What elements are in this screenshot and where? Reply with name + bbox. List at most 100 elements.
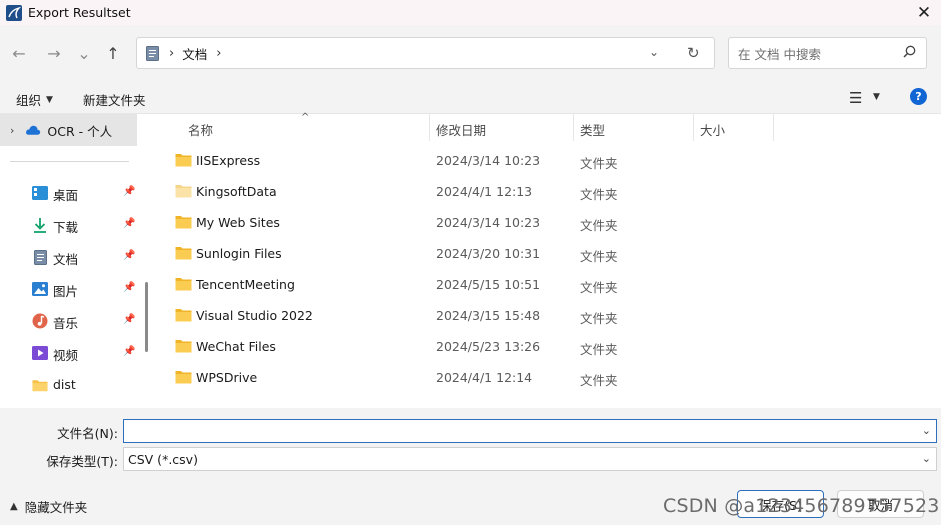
sidebar-scrollbar[interactable] [145, 282, 148, 352]
documents-icon [32, 249, 48, 265]
sidebar-item-downloads[interactable]: 下载 📌 [0, 210, 140, 240]
file-date: 2024/5/23 13:26 [436, 339, 541, 354]
file-type: 文件夹 [580, 373, 618, 388]
sidebar-item-dist[interactable]: dist [0, 370, 140, 400]
table-row[interactable]: TencentMeeting 2024/5/15 10:51 文件夹 [154, 269, 941, 300]
pictures-icon [32, 281, 48, 297]
file-date: 2024/3/15 15:48 [436, 308, 541, 323]
file-name: WPSDrive [196, 370, 258, 385]
filetype-label: 保存类型(T): [46, 454, 118, 469]
search-icon[interactable] [903, 45, 916, 62]
table-row[interactable]: Visual Studio 2022 2024/3/15 15:48 文件夹 [154, 300, 941, 331]
chevron-down-icon[interactable]: ⌄ [922, 424, 931, 437]
sidebar-item-desktop[interactable]: 桌面 📌 [0, 178, 140, 208]
file-type: 文件夹 [580, 218, 618, 233]
back-button[interactable]: ← [8, 42, 30, 64]
documents-icon [146, 45, 160, 61]
caret-down-icon: ▼ [46, 94, 53, 105]
folder-icon [175, 247, 192, 260]
organize-menu[interactable]: 组织 ▼ [16, 90, 53, 109]
pin-icon[interactable]: 📌 [123, 346, 135, 357]
sidebar-item-pictures[interactable]: 图片 📌 [0, 274, 140, 304]
table-row[interactable]: KingsoftData 2024/4/1 12:13 文件夹 [154, 176, 941, 207]
file-name: IISExpress [196, 153, 261, 168]
column-header-type[interactable]: 类型 [580, 120, 605, 139]
sidebar-item-label: 图片 [53, 284, 79, 299]
file-list: ^ 名称 修改日期 类型 大小 IISExpress 2024/3/14 10:… [154, 112, 941, 408]
file-type: 文件夹 [580, 280, 618, 295]
column-header-name[interactable]: 名称 [188, 120, 213, 139]
search-input[interactable]: 在 文档 中搜索 [728, 37, 927, 69]
file-name: WeChat Files [196, 339, 276, 354]
organize-label: 组织 [16, 93, 42, 108]
hide-folders-toggle[interactable]: ▲ 隐藏文件夹 [10, 497, 87, 516]
filetype-select[interactable]: CSV (*.csv) ⌄ [123, 447, 937, 471]
table-row[interactable]: WPSDrive 2024/4/1 12:14 文件夹 [154, 362, 941, 393]
column-header-size[interactable]: 大小 [700, 120, 725, 139]
file-name: Visual Studio 2022 [196, 308, 313, 323]
refresh-icon[interactable]: ↻ [687, 44, 700, 62]
address-bar[interactable]: › 文档 › ⌄ ↻ [136, 37, 715, 69]
table-row[interactable]: WeChat Files 2024/5/23 13:26 文件夹 [154, 331, 941, 362]
sidebar-item-documents[interactable]: 文档 📌 [0, 242, 140, 272]
pin-icon[interactable]: 📌 [123, 250, 135, 261]
table-row[interactable]: Sunlogin Files 2024/3/20 10:31 文件夹 [154, 238, 941, 269]
sidebar-item-label: dist [53, 377, 76, 392]
column-header-date[interactable]: 修改日期 [436, 120, 486, 139]
new-folder-button[interactable]: 新建文件夹 [83, 90, 146, 109]
pin-icon[interactable]: 📌 [123, 218, 135, 229]
file-date: 2024/4/1 12:13 [436, 184, 533, 199]
hide-folders-label: 隐藏文件夹 [24, 500, 88, 515]
file-date: 2024/3/14 10:23 [436, 215, 541, 230]
view-options-icon[interactable]: ☰ [849, 89, 862, 107]
title-bar: Export Resultset ✕ [0, 0, 941, 25]
forward-button[interactable]: → [43, 42, 65, 64]
save-form: 文件名(N): ⌄ 保存类型(T): CSV (*.csv) ⌄ ▲ 隐藏文件夹… [0, 408, 941, 525]
file-type: 文件夹 [580, 342, 618, 357]
chevron-right-icon[interactable]: › [10, 124, 14, 137]
filename-label: 文件名(N): [57, 426, 118, 441]
pin-icon[interactable]: 📌 [123, 314, 135, 325]
sidebar-item-ocr[interactable]: › OCR - 个人 [0, 114, 137, 146]
close-button[interactable]: ✕ [907, 0, 941, 25]
filetype-value: CSV (*.csv) [128, 451, 198, 467]
file-name: KingsoftData [196, 184, 277, 199]
pin-icon[interactable]: 📌 [123, 186, 135, 197]
folder-icon [32, 377, 48, 393]
file-type: 文件夹 [580, 187, 618, 202]
column-divider[interactable] [429, 114, 430, 141]
sidebar-item-label: 视频 [53, 348, 79, 363]
file-type: 文件夹 [580, 156, 618, 171]
navigation-pane: › OCR - 个人 桌面 📌 下载 📌 文档 📌 图片 📌 音乐 📌 视频 📌… [0, 114, 154, 408]
music-icon [32, 313, 48, 329]
breadcrumb-trail-chevron[interactable]: › [216, 46, 221, 61]
chevron-down-icon[interactable]: ⌄ [922, 452, 931, 465]
chevron-down-icon[interactable]: ⌄ [649, 45, 659, 59]
file-type: 文件夹 [580, 249, 618, 264]
sidebar-item-music[interactable]: 音乐 📌 [0, 306, 140, 336]
sidebar-item-label: OCR - 个人 [47, 123, 113, 139]
sort-ascending-icon: ^ [301, 112, 310, 123]
help-icon[interactable]: ? [910, 88, 927, 105]
folder-icon [175, 278, 192, 291]
folder-icon [175, 216, 192, 229]
sidebar-item-videos[interactable]: 视频 📌 [0, 338, 140, 368]
view-caret-icon[interactable]: ▼ [873, 92, 880, 102]
filename-input[interactable]: ⌄ [123, 419, 937, 443]
column-divider[interactable] [693, 114, 694, 141]
column-divider[interactable] [773, 114, 774, 141]
up-button[interactable]: ↑ [102, 42, 124, 64]
file-date: 2024/3/14 10:23 [436, 153, 541, 168]
folder-icon [175, 340, 192, 353]
file-type: 文件夹 [580, 311, 618, 326]
table-row[interactable]: IISExpress 2024/3/14 10:23 文件夹 [154, 145, 941, 176]
cloud-icon [25, 122, 41, 138]
window-title: Export Resultset [28, 5, 131, 20]
sidebar-item-label: 桌面 [53, 188, 79, 203]
column-divider[interactable] [573, 114, 574, 141]
table-row[interactable]: My Web Sites 2024/3/14 10:23 文件夹 [154, 207, 941, 238]
folder-icon [175, 371, 192, 384]
recent-locations-button[interactable]: ⌄ [73, 42, 95, 64]
pin-icon[interactable]: 📌 [123, 282, 135, 293]
breadcrumb-documents[interactable]: 文档 [182, 44, 207, 63]
